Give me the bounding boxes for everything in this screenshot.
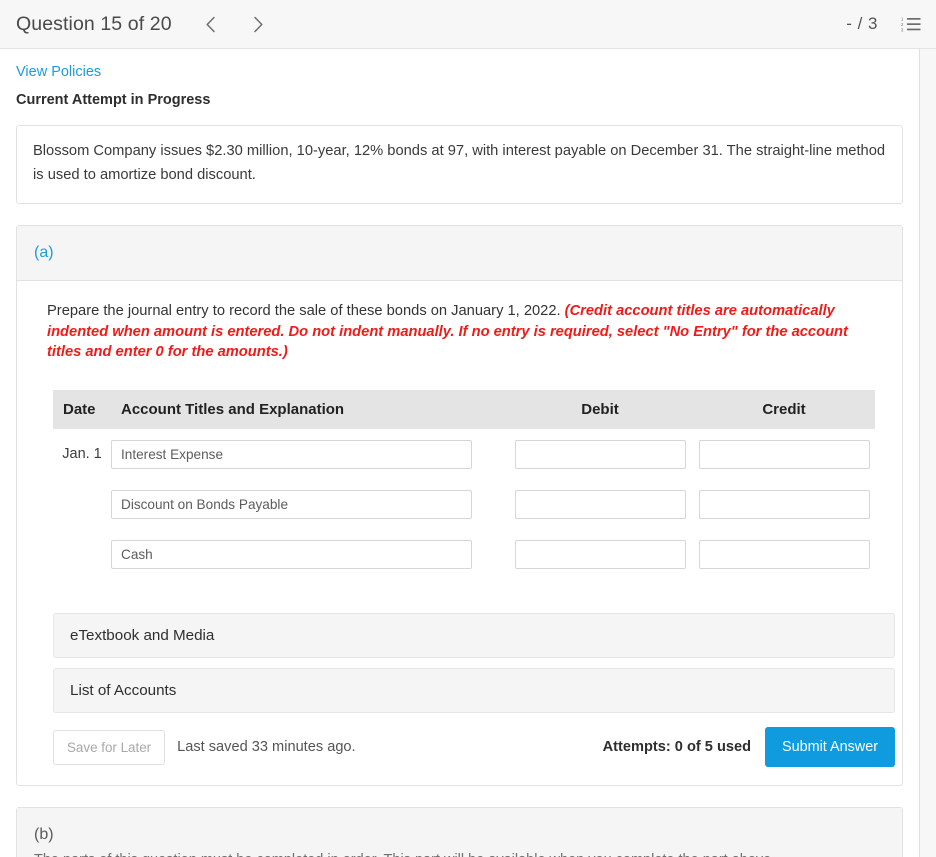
resource-bars: eTextbook and Media List of Accounts [47, 613, 895, 714]
row-debit-cell [507, 479, 693, 529]
svg-text:1: 1 [901, 17, 904, 22]
chevron-right-icon [253, 16, 264, 33]
account-title-input-2[interactable] [111, 489, 472, 519]
debit-amount-input-2[interactable] [514, 489, 686, 519]
row-debit-cell [507, 529, 693, 579]
row-credit-cell [693, 529, 875, 579]
row-credit-cell [693, 429, 875, 479]
column-header-credit: Credit [693, 390, 875, 430]
part-b-header: (b) [17, 808, 902, 853]
svg-text:2: 2 [901, 22, 904, 27]
question-navigation [194, 7, 276, 41]
row-account-cell [111, 429, 507, 479]
save-for-later-button[interactable]: Save for Later [53, 729, 166, 765]
column-header-date: Date [53, 390, 111, 430]
credit-amount-input-1[interactable] [698, 439, 870, 469]
journal-header-row: Date Account Titles and Explanation Debi… [53, 390, 875, 430]
credit-amount-input-2[interactable] [698, 489, 870, 519]
table-row: Jan. 1 [53, 429, 875, 479]
instruction-main-text: Prepare the journal entry to record the … [47, 302, 561, 319]
part-a-action-row: Save for Later Last saved 33 minutes ago… [53, 727, 895, 768]
part-a-panel: (a) Prepare the journal entry to record … [16, 224, 903, 787]
header-right-group: - / 3 1 2 3 [846, 13, 922, 35]
row-date-cell [53, 529, 111, 579]
question-content-canvas: View Policies Current Attempt in Progres… [0, 49, 920, 857]
etextbook-and-media-bar[interactable]: eTextbook and Media [53, 613, 895, 659]
part-b-label: (b) [34, 826, 54, 844]
next-question-button[interactable] [242, 7, 276, 41]
column-header-debit: Debit [507, 390, 693, 430]
table-row [53, 529, 875, 579]
page-title: Question 15 of 20 [16, 12, 172, 35]
part-b-panel: (b) The parts of this question must be c… [16, 807, 903, 857]
row-date-cell: Jan. 1 [62, 446, 102, 463]
row-account-cell [111, 529, 507, 579]
svg-text:3: 3 [901, 27, 904, 32]
list-of-accounts-bar[interactable]: List of Accounts [53, 668, 895, 714]
table-row [53, 479, 875, 529]
part-a-body: Prepare the journal entry to record the … [17, 281, 902, 786]
part-a-instructions: Prepare the journal entry to record the … [47, 301, 872, 364]
view-policies-link[interactable]: View Policies [16, 64, 101, 80]
chevron-left-icon [205, 16, 216, 33]
row-date-cell [53, 479, 111, 529]
submit-answer-button[interactable]: Submit Answer [765, 727, 895, 768]
previous-question-button[interactable] [194, 7, 228, 41]
top-header-bar: Question 15 of 20 - / 3 1 2 3 [0, 0, 936, 49]
problem-statement-box: Blossom Company issues $2.30 million, 10… [16, 125, 903, 204]
journal-table-head: Date Account Titles and Explanation Debi… [53, 390, 875, 430]
account-title-input-3[interactable] [111, 539, 472, 569]
part-a-header[interactable]: (a) [17, 225, 902, 281]
row-credit-cell [693, 479, 875, 529]
attempts-counter: Attempts: 0 of 5 used [602, 739, 752, 756]
account-title-input-1[interactable] [111, 439, 472, 469]
part-b-locked-note: The parts of this question must be compl… [17, 852, 902, 857]
debit-amount-input-3[interactable] [514, 539, 686, 569]
credit-amount-input-3[interactable] [698, 539, 870, 569]
attempt-status-text: Current Attempt in Progress [16, 92, 211, 108]
row-debit-cell [507, 429, 693, 479]
journal-entry-table: Date Account Titles and Explanation Debi… [53, 390, 875, 579]
problem-statement-text: Blossom Company issues $2.30 million, 10… [33, 143, 886, 183]
last-saved-text: Last saved 33 minutes ago. [177, 739, 356, 756]
journal-table-body: Jan. 1 [53, 429, 875, 579]
debit-amount-input-1[interactable] [514, 439, 686, 469]
part-a-label: (a) [34, 243, 54, 261]
numbered-list-icon[interactable]: 1 2 3 [900, 13, 922, 35]
column-header-account: Account Titles and Explanation [111, 390, 507, 430]
score-display: - / 3 [846, 14, 878, 33]
row-account-cell [111, 479, 507, 529]
